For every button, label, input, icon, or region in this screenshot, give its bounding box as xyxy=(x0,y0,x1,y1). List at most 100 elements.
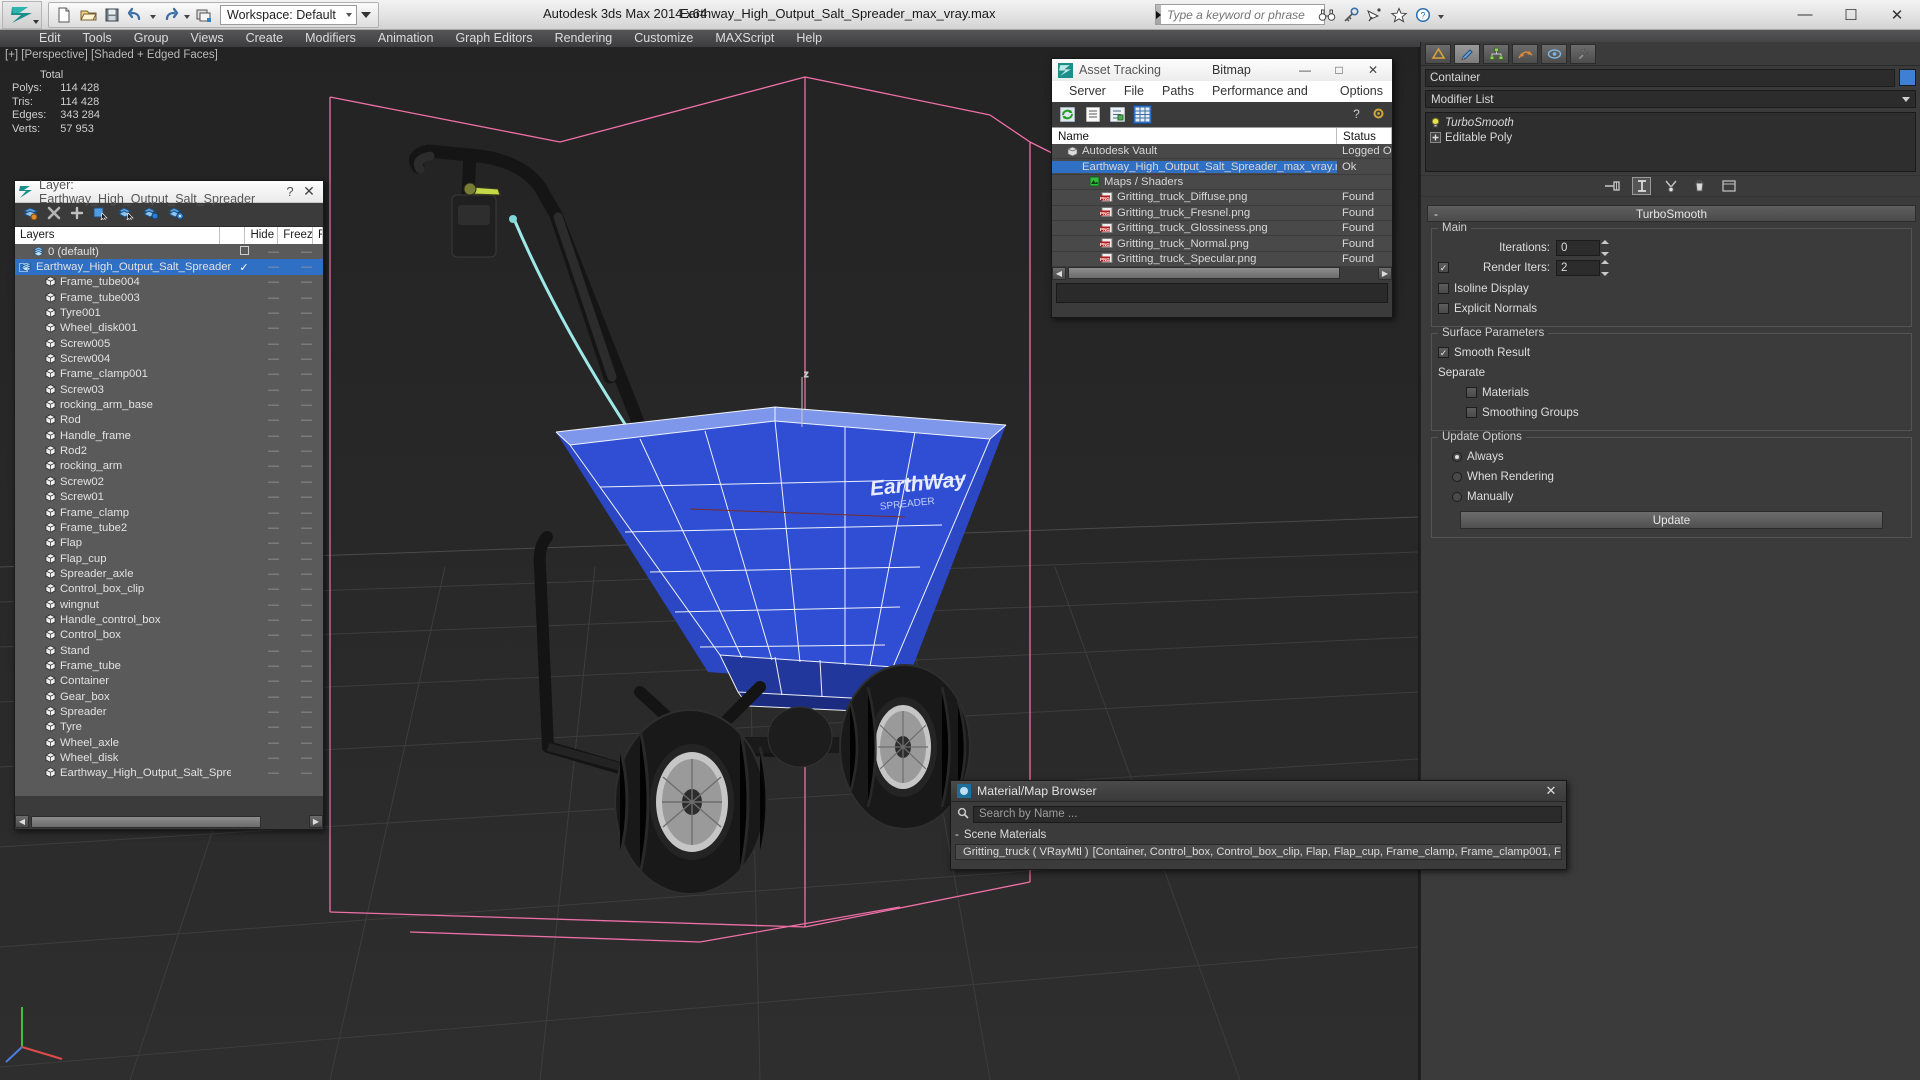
render-iters-field[interactable]: 2 xyxy=(1556,259,1600,276)
layer-freeze-toggle[interactable]: — xyxy=(290,507,323,519)
layer-row[interactable]: wingnut — — xyxy=(15,597,323,612)
asset-row[interactable]: PNG Gritting_truck_Normal.png Found xyxy=(1052,236,1392,252)
layer-hide-toggle[interactable]: — xyxy=(257,629,290,641)
menu-item-animation[interactable]: Animation xyxy=(367,30,445,47)
menu-item-tools[interactable]: Tools xyxy=(72,30,123,47)
menu-item-help[interactable]: Help xyxy=(785,30,833,47)
layer-row[interactable]: Container — — xyxy=(15,674,323,689)
max-logo-button[interactable] xyxy=(2,0,42,29)
layer-row[interactable]: Screw03 — — xyxy=(15,382,323,397)
layer-row[interactable]: Screw004 — — xyxy=(15,351,323,366)
isoline-display-row[interactable]: Isoline Display xyxy=(1438,280,1905,297)
material-map-browser[interactable]: Material/Map Browser ✕ Search by Name ..… xyxy=(950,780,1567,870)
help-dropdown-caret[interactable] xyxy=(1436,4,1446,26)
layer-row[interactable]: Control_box — — xyxy=(15,628,323,643)
keyword-search-box[interactable] xyxy=(1155,4,1325,25)
menu-item-customize[interactable]: Customize xyxy=(623,30,704,47)
layer-scroll-left-button[interactable]: ◀ xyxy=(15,815,29,828)
set-current-layer-icon[interactable] xyxy=(142,206,159,223)
layer-hide-toggle[interactable]: — xyxy=(257,568,290,580)
close-button[interactable]: ✕ xyxy=(1874,0,1920,29)
layer-row[interactable]: Flap_cup — — xyxy=(15,551,323,566)
layer-freeze-toggle[interactable]: — xyxy=(290,737,323,749)
menu-item-graph-editors[interactable]: Graph Editors xyxy=(444,30,543,47)
layer-hide-toggle[interactable]: — xyxy=(257,384,290,396)
layer-row[interactable]: Spreader_axle — — xyxy=(15,566,323,581)
layer-hide-toggle[interactable]: — xyxy=(257,767,290,779)
layer-column-layers[interactable]: Layers xyxy=(15,227,220,244)
asset-row[interactable]: Autodesk Vault Logged Ou xyxy=(1052,144,1392,160)
manually-radio[interactable] xyxy=(1452,491,1462,502)
layer-current-toggle[interactable] xyxy=(231,245,257,258)
layer-row[interactable]: Screw02 — — xyxy=(15,474,323,489)
asset-column-status[interactable]: Status xyxy=(1337,128,1392,144)
layer-row[interactable]: Wheel_disk001 — — xyxy=(15,321,323,336)
asset-menu-server[interactable]: Server xyxy=(1060,81,1115,102)
layer-row[interactable]: Earthway_High_Output_Salt_Spreader —— xyxy=(15,766,323,781)
layer-row[interactable]: rocking_arm — — xyxy=(15,459,323,474)
create-new-layer-icon[interactable] xyxy=(22,206,39,223)
asset-row[interactable]: PNG Gritting_truck_Specular.png Found xyxy=(1052,252,1392,266)
layer-hide-toggle[interactable]: — xyxy=(257,445,290,457)
smooth-result-checkbox[interactable]: ✓ xyxy=(1438,347,1449,358)
layer-hide-toggle[interactable]: — xyxy=(257,737,290,749)
pin-stack-icon[interactable] xyxy=(1603,177,1622,195)
explicit-normals-checkbox[interactable] xyxy=(1438,303,1449,314)
search-icon[interactable] xyxy=(955,807,970,822)
make-unique-icon[interactable] xyxy=(1661,177,1680,195)
layer-freeze-toggle[interactable]: — xyxy=(290,384,323,396)
layer-hide-toggle[interactable]: — xyxy=(257,261,290,273)
layer-column-freeze[interactable]: Freeze xyxy=(278,227,314,244)
layer-freeze-toggle[interactable]: — xyxy=(290,522,323,534)
render-iters-spinner[interactable] xyxy=(1601,259,1610,276)
tab-modify[interactable] xyxy=(1454,43,1480,64)
layer-row[interactable]: Tyre — — xyxy=(15,720,323,735)
smoothing-groups-row[interactable]: Smoothing Groups xyxy=(1438,404,1905,421)
stack-item-editable-poly[interactable]: Editable Poly xyxy=(1426,130,1915,145)
layer-hide-toggle[interactable]: — xyxy=(257,460,290,472)
layer-hide-toggle[interactable]: — xyxy=(257,322,290,334)
undo-icon[interactable] xyxy=(124,4,148,26)
lightbulb-icon[interactable] xyxy=(1430,117,1441,128)
layer-hide-toggle[interactable]: — xyxy=(257,675,290,687)
layer-row[interactable]: Frame_clamp — — xyxy=(15,505,323,520)
layer-hide-toggle[interactable]: — xyxy=(257,491,290,503)
asset-scroll-right-button[interactable]: ▶ xyxy=(1378,266,1392,280)
layer-hide-toggle[interactable]: — xyxy=(257,353,290,365)
configure-modifier-sets-icon[interactable] xyxy=(1719,177,1738,195)
turbosmooth-rollout-header[interactable]: - TurboSmooth xyxy=(1427,205,1916,222)
menu-item-modifiers[interactable]: Modifiers xyxy=(294,30,367,47)
help-icon[interactable]: ? xyxy=(1412,4,1434,26)
refresh-icon[interactable] xyxy=(1058,105,1077,124)
new-file-icon[interactable] xyxy=(52,4,76,26)
isoline-display-checkbox[interactable] xyxy=(1438,283,1449,294)
redo-dropdown-caret[interactable] xyxy=(182,4,192,26)
layer-column-current[interactable] xyxy=(220,227,246,244)
layer-row[interactable]: Rod2 — — xyxy=(15,443,323,458)
undo-dropdown-caret[interactable] xyxy=(148,4,158,26)
stack-item-turbosmooth[interactable]: TurboSmooth xyxy=(1426,115,1915,130)
rollout-collapse-toggle[interactable]: - xyxy=(1428,207,1444,221)
asset-menu-paths[interactable]: Paths xyxy=(1153,81,1203,102)
show-end-result-icon[interactable] xyxy=(1632,177,1651,195)
redo-icon[interactable] xyxy=(158,4,182,26)
when-rendering-radio[interactable] xyxy=(1452,471,1462,482)
layer-hide-toggle[interactable]: — xyxy=(257,292,290,304)
dependency-view-icon[interactable] xyxy=(1108,105,1127,124)
maximize-button[interactable]: ☐ xyxy=(1828,0,1874,29)
layer-hide-toggle[interactable]: — xyxy=(257,583,290,595)
manually-row[interactable]: Manually xyxy=(1438,488,1905,505)
layer-hide-toggle[interactable]: — xyxy=(257,307,290,319)
layer-freeze-toggle[interactable]: — xyxy=(290,691,323,703)
layer-freeze-toggle[interactable]: — xyxy=(290,246,323,258)
layer-freeze-toggle[interactable]: — xyxy=(290,353,323,365)
always-row[interactable]: Always xyxy=(1438,448,1905,465)
layer-row[interactable]: Frame_tube004 — — xyxy=(15,275,323,290)
layer-freeze-toggle[interactable]: — xyxy=(290,338,323,350)
layer-hide-toggle[interactable]: — xyxy=(257,660,290,672)
menu-item-views[interactable]: Views xyxy=(179,30,234,47)
layer-row[interactable]: Stand — — xyxy=(15,643,323,658)
tab-hierarchy[interactable] xyxy=(1483,43,1509,64)
asset-row[interactable]: 3Earthway_High_Output_Salt_Spreader_max_… xyxy=(1052,159,1392,175)
layer-row[interactable]: Screw01 — — xyxy=(15,490,323,505)
